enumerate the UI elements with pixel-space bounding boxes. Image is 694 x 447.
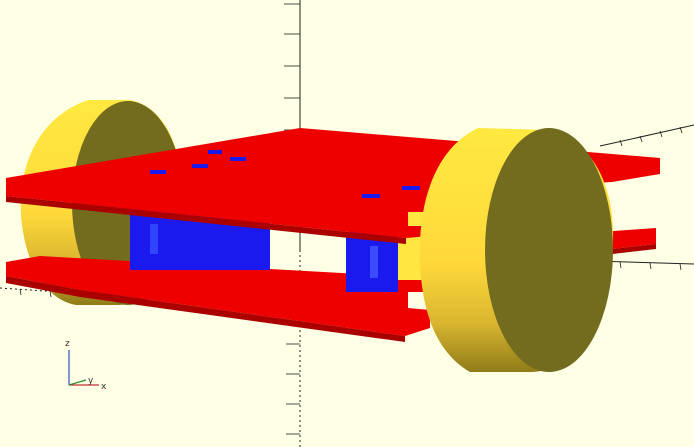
y-axis-label: y [88,376,94,386]
3d-viewport[interactable]: z y x [0,0,694,447]
x-axis-label: x [101,382,107,392]
axis-gizmo: z y x [65,339,107,392]
viewport-canvas[interactable]: z y x [0,0,694,447]
right-wheel [419,128,614,372]
z-axis-label: z [65,339,70,349]
y-axis-line [68,379,87,386]
